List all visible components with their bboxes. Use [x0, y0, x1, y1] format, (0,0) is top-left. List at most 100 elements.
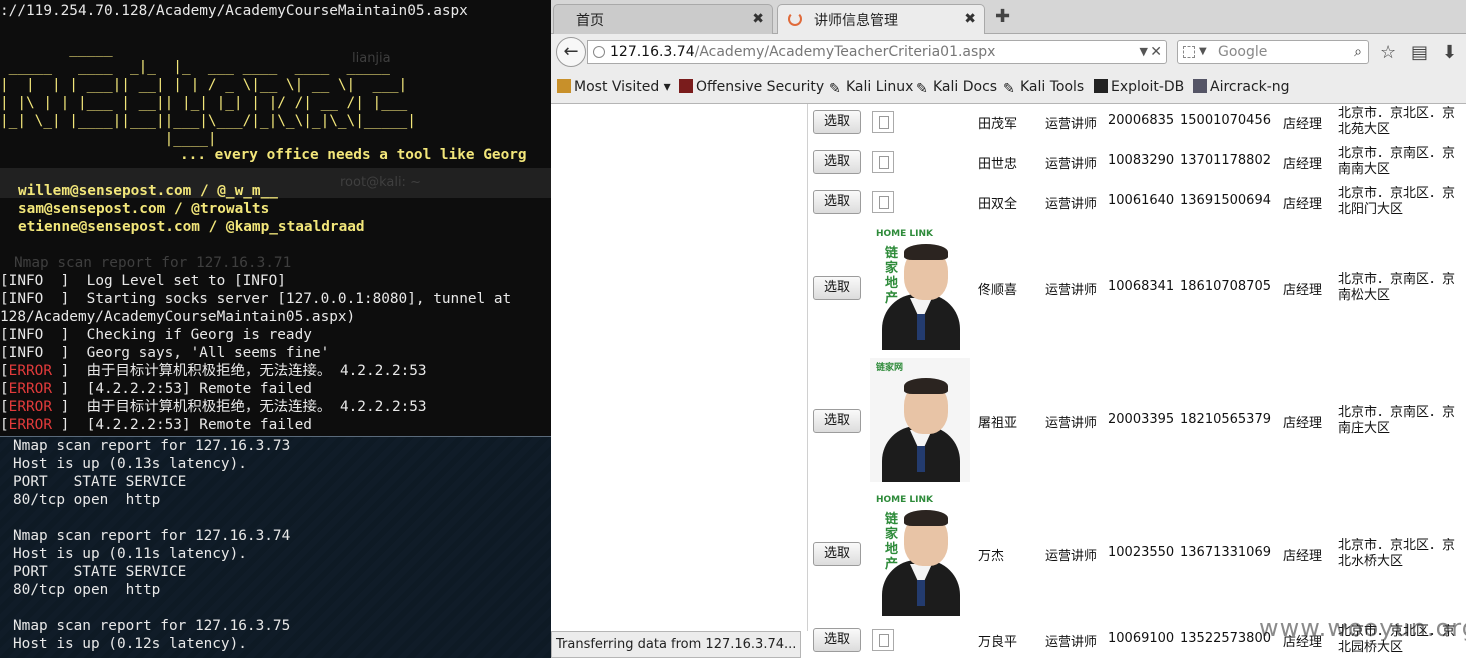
log-tag: INFO: [8, 291, 44, 307]
close-tab-icon[interactable]: ✖: [964, 11, 976, 27]
new-tab-button[interactable]: ✚: [995, 6, 1010, 27]
chevron-down-icon: ▾: [659, 79, 671, 95]
log-line: [INFO ] Checking if Georg is ready: [0, 326, 312, 344]
cell-title: 店经理: [1283, 416, 1323, 431]
bookmark-item[interactable]: Aircrack-ng: [1193, 79, 1290, 95]
photo-tie: [917, 314, 925, 340]
bookmark-item[interactable]: Most Visited ▾: [557, 79, 671, 95]
globe-icon: [593, 46, 605, 58]
photo-hair: [904, 510, 948, 526]
photo-hair: [904, 378, 948, 394]
cell-phone: 18610708705: [1180, 279, 1271, 294]
log-bracket: ]: [52, 381, 87, 397]
select-button[interactable]: 选取: [813, 409, 861, 433]
bookmark-label: Offensive Security: [696, 79, 825, 95]
banner-line: | |\ | | |___ | __|| |_| |_| | |/ /| __ …: [0, 95, 408, 111]
table-row: 选取 HOME LINK 链家地产 佟顺喜 运营讲师 10068341 1861070870…: [808, 224, 1466, 352]
log-line: 128/Academy/AcademyCourseMaintain05.aspx…: [0, 308, 355, 326]
select-button[interactable]: 选取: [813, 150, 861, 174]
terminal-window[interactable]: ://119.254.70.128/Academy/AcademyCourseM…: [0, 0, 551, 658]
banner-line: _____: [0, 41, 113, 57]
close-tab-icon[interactable]: ✖: [752, 11, 764, 27]
select-button[interactable]: 选取: [813, 190, 861, 214]
chevron-down-icon[interactable]: ▼: [1199, 41, 1207, 63]
log-bracket: [: [0, 327, 9, 343]
bookmark-item[interactable]: ✎ Kali Tools: [1003, 79, 1084, 97]
url-dropdown-icon[interactable]: ▼: [1140, 41, 1148, 63]
cell-role: 运营讲师: [1045, 635, 1098, 650]
bookmark-item[interactable]: ✎ Kali Linux: [829, 79, 913, 97]
nmap-line: Host is up (0.13s latency).: [13, 456, 247, 472]
bookmark-item[interactable]: Offensive Security: [679, 79, 824, 95]
tab-home[interactable]: 首页 ✖: [553, 4, 773, 34]
cell-id: 10083290: [1108, 153, 1175, 168]
log-bracket: ]: [43, 327, 87, 343]
nmap-output-pane[interactable]: Nmap scan report for 127.16.3.73 Host is …: [0, 436, 551, 658]
kali-docs-icon: ✎: [916, 81, 928, 97]
cell-title: 店经理: [1283, 197, 1323, 212]
bookmark-item[interactable]: Exploit-DB: [1094, 79, 1184, 95]
log-tag: INFO: [8, 273, 44, 289]
select-button[interactable]: 选取: [813, 110, 861, 134]
cell-phone: 13671331069: [1180, 545, 1271, 560]
log-bracket: [: [0, 363, 9, 379]
ghost-window-title: lianjia: [352, 51, 391, 66]
tab-label: 讲师信息管理: [814, 12, 898, 29]
logo-lianjia: 链家地产: [885, 246, 899, 306]
bookmarks-toolbar: Most Visited ▾ Offensive Security ✎ Kali Li…: [551, 72, 1466, 104]
tab-teacher-management[interactable]: 讲师信息管理 ✖: [777, 4, 985, 34]
search-placeholder: Google: [1218, 44, 1268, 60]
nmap-line: PORT STATE SERVICE: [13, 474, 187, 490]
select-button[interactable]: 选取: [813, 628, 861, 652]
cell-name: 万杰: [978, 549, 1005, 564]
log-line: [INFO ] Log Level set to [INFO]: [0, 272, 286, 290]
table-row: 选取 田茂军 运营讲师 20006835 15001070456 店经理 北京市．京北区．京…: [808, 106, 1466, 137]
teacher-photo: 链家网: [870, 358, 970, 482]
nmap-line: Host is up (0.12s latency).: [13, 636, 247, 652]
bookmark-star-icon[interactable]: ☆: [1380, 42, 1396, 63]
reading-list-icon[interactable]: ▤: [1411, 42, 1428, 63]
log-text: [4.2.2.2:53] Remote failed: [86, 381, 312, 397]
aircrack-ng-icon: [1193, 79, 1207, 93]
log-line: [INFO ] Starting socks server [127.0.0.1…: [0, 290, 511, 308]
log-text: Starting socks server [127.0.0.1:8080], …: [86, 291, 512, 307]
nmap-line: PORT STATE SERVICE: [13, 564, 187, 580]
select-button[interactable]: 选取: [813, 276, 861, 300]
log-tag: INFO: [8, 327, 44, 343]
log-line: [ERROR ] 由于目标计算机积极拒绝，无法连接。 4.2.2.2:53: [0, 398, 427, 416]
log-text: [4.2.2.2:53] Remote failed: [86, 417, 312, 433]
url-path: /Academy/AcademyTeacherCriteria01.aspx: [694, 44, 996, 60]
log-line: [ERROR ] 由于目标计算机积极拒绝，无法连接。 4.2.2.2:53: [0, 362, 427, 380]
navigation-bar: ← 127.16.3.74/Academy/AcademyTeacherCrit…: [551, 34, 1466, 72]
thumbnail-placeholder-icon: [872, 151, 894, 173]
cell-phone: 13701178802: [1180, 153, 1271, 168]
url-host: 127.16.3.74: [610, 44, 695, 60]
thumbnail-placeholder-icon: [872, 191, 894, 213]
cell-name: 屠祖亚: [978, 416, 1018, 431]
address-bar[interactable]: 127.16.3.74/Academy/AcademyTeacherCriter…: [587, 40, 1167, 64]
cell-id: 10069100: [1108, 631, 1175, 646]
search-engine-icon[interactable]: [1183, 46, 1195, 58]
search-input[interactable]: ▼ Google ⌕: [1177, 40, 1369, 64]
select-button[interactable]: 选取: [813, 542, 861, 566]
thumbnail-placeholder-icon: [872, 111, 894, 133]
log-bracket: [: [0, 399, 9, 415]
log-bracket: [: [0, 273, 9, 289]
nmap-line: Nmap scan report for 127.16.3.75: [13, 618, 291, 634]
search-icon[interactable]: ⌕: [1354, 41, 1362, 63]
downloads-icon[interactable]: ⬇: [1442, 42, 1457, 63]
log-line: [ERROR ] [4.2.2.2:53] Remote failed: [0, 416, 312, 434]
cell-phone: 15001070456: [1180, 113, 1271, 128]
nmap-line: 80/tcp open http: [13, 492, 161, 508]
page-content: 选取 田茂军 运营讲师 20006835 15001070456 店经理 北京市．京北区．京…: [551, 104, 1466, 655]
stop-icon[interactable]: ✕: [1150, 41, 1162, 63]
cell-role: 运营讲师: [1045, 416, 1098, 431]
cell-address: 北京市．京北区．京北水桥大区: [1338, 538, 1456, 569]
banner-line: | | | | ___|| __| | | / _ \|__ \| __ \| …: [0, 77, 408, 93]
bookmark-item[interactable]: ✎ Kali Docs: [916, 79, 997, 97]
log-tag: INFO: [8, 345, 44, 361]
log-text: Georg says, 'All seems fine': [86, 345, 330, 361]
table-row: 选取 田世忠 运营讲师 10083290 13701178802 店经理 北京市．京南区．京…: [808, 146, 1466, 177]
back-button[interactable]: ←: [556, 37, 586, 67]
credit-line: etienne@sensepost.com / @kamp_staaldraad: [18, 219, 365, 235]
